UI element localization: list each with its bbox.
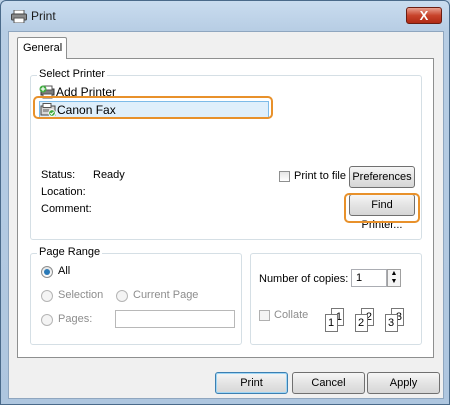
selection-radio[interactable] — [41, 290, 53, 302]
window-title: Print — [31, 9, 56, 23]
tab-general-label: General — [23, 42, 63, 54]
tab-general[interactable]: General — [17, 37, 67, 59]
printer-item-label: Canon Fax — [57, 103, 116, 117]
number-of-copies-label: Number of copies: — [259, 273, 349, 285]
status-value: Ready — [93, 169, 125, 181]
selection-radio-label[interactable]: Selection — [58, 289, 103, 301]
select-printer-label: Select Printer — [37, 68, 108, 80]
fax-printer-icon — [40, 103, 56, 117]
copies-group: Number of copies: 1 ▲ ▼ Collate 1 1 2 2 … — [250, 253, 422, 345]
printer-item-canon-fax[interactable]: Canon Fax — [39, 101, 269, 118]
collate-checkbox[interactable] — [259, 310, 270, 321]
collate-page-number: 3 — [388, 317, 395, 329]
print-to-file-checkbox[interactable] — [279, 171, 290, 182]
general-panel: Select Printer Add Printer Canon Fax Sta… — [17, 58, 434, 358]
status-label: Status: — [41, 169, 76, 181]
pages-input[interactable] — [115, 310, 235, 328]
all-radio[interactable] — [41, 266, 53, 278]
pages-radio-label[interactable]: Pages: — [58, 313, 92, 325]
spin-up-icon[interactable]: ▲ — [388, 270, 400, 278]
print-button[interactable]: Print — [215, 372, 288, 394]
copies-spinner[interactable]: ▲ ▼ — [387, 269, 401, 287]
collate-page-front-2: 2 — [355, 314, 368, 332]
current-page-radio[interactable] — [116, 290, 128, 302]
collate-illustration: 1 1 2 2 3 3 — [323, 308, 419, 340]
apply-button[interactable]: Apply — [367, 372, 440, 394]
close-button[interactable]: X — [406, 7, 442, 24]
page-range-group: Page Range All Selection Current Page Pa… — [30, 246, 242, 345]
collate-page-number: 1 — [328, 317, 335, 329]
cancel-button[interactable]: Cancel — [292, 372, 365, 394]
copies-value: 1 — [356, 272, 363, 284]
location-label: Location: — [41, 186, 86, 198]
spin-down-icon[interactable]: ▼ — [388, 278, 400, 286]
printer-item-label: Add Printer — [56, 85, 117, 99]
collate-page-front-1: 1 — [325, 314, 338, 332]
print-to-file-label[interactable]: Print to file — [294, 170, 346, 182]
collate-page-front-3: 3 — [385, 314, 398, 332]
collate-page-number: 2 — [358, 317, 365, 329]
current-page-radio-label[interactable]: Current Page — [133, 289, 198, 301]
select-printer-group: Select Printer Add Printer Canon Fax Sta… — [30, 68, 422, 240]
preferences-button[interactable]: Preferences — [349, 166, 415, 188]
pages-radio[interactable] — [41, 314, 53, 326]
title-bar[interactable]: Print X — [1, 1, 449, 31]
printer-icon — [11, 10, 27, 23]
collate-label[interactable]: Collate — [274, 309, 308, 321]
all-radio-label[interactable]: All — [58, 265, 70, 277]
dialog-client: General Select Printer Add Printer Canon… — [8, 31, 444, 399]
print-dialog: Print X General Select Printer Add Print… — [0, 0, 450, 405]
page-range-label: Page Range — [37, 246, 103, 258]
copies-input[interactable]: 1 — [351, 269, 387, 287]
printer-item-add-printer[interactable]: Add Printer — [39, 84, 159, 101]
find-printer-button[interactable]: Find Printer... — [349, 194, 415, 231]
comment-label: Comment: — [41, 203, 92, 215]
add-printer-icon — [39, 85, 55, 99]
